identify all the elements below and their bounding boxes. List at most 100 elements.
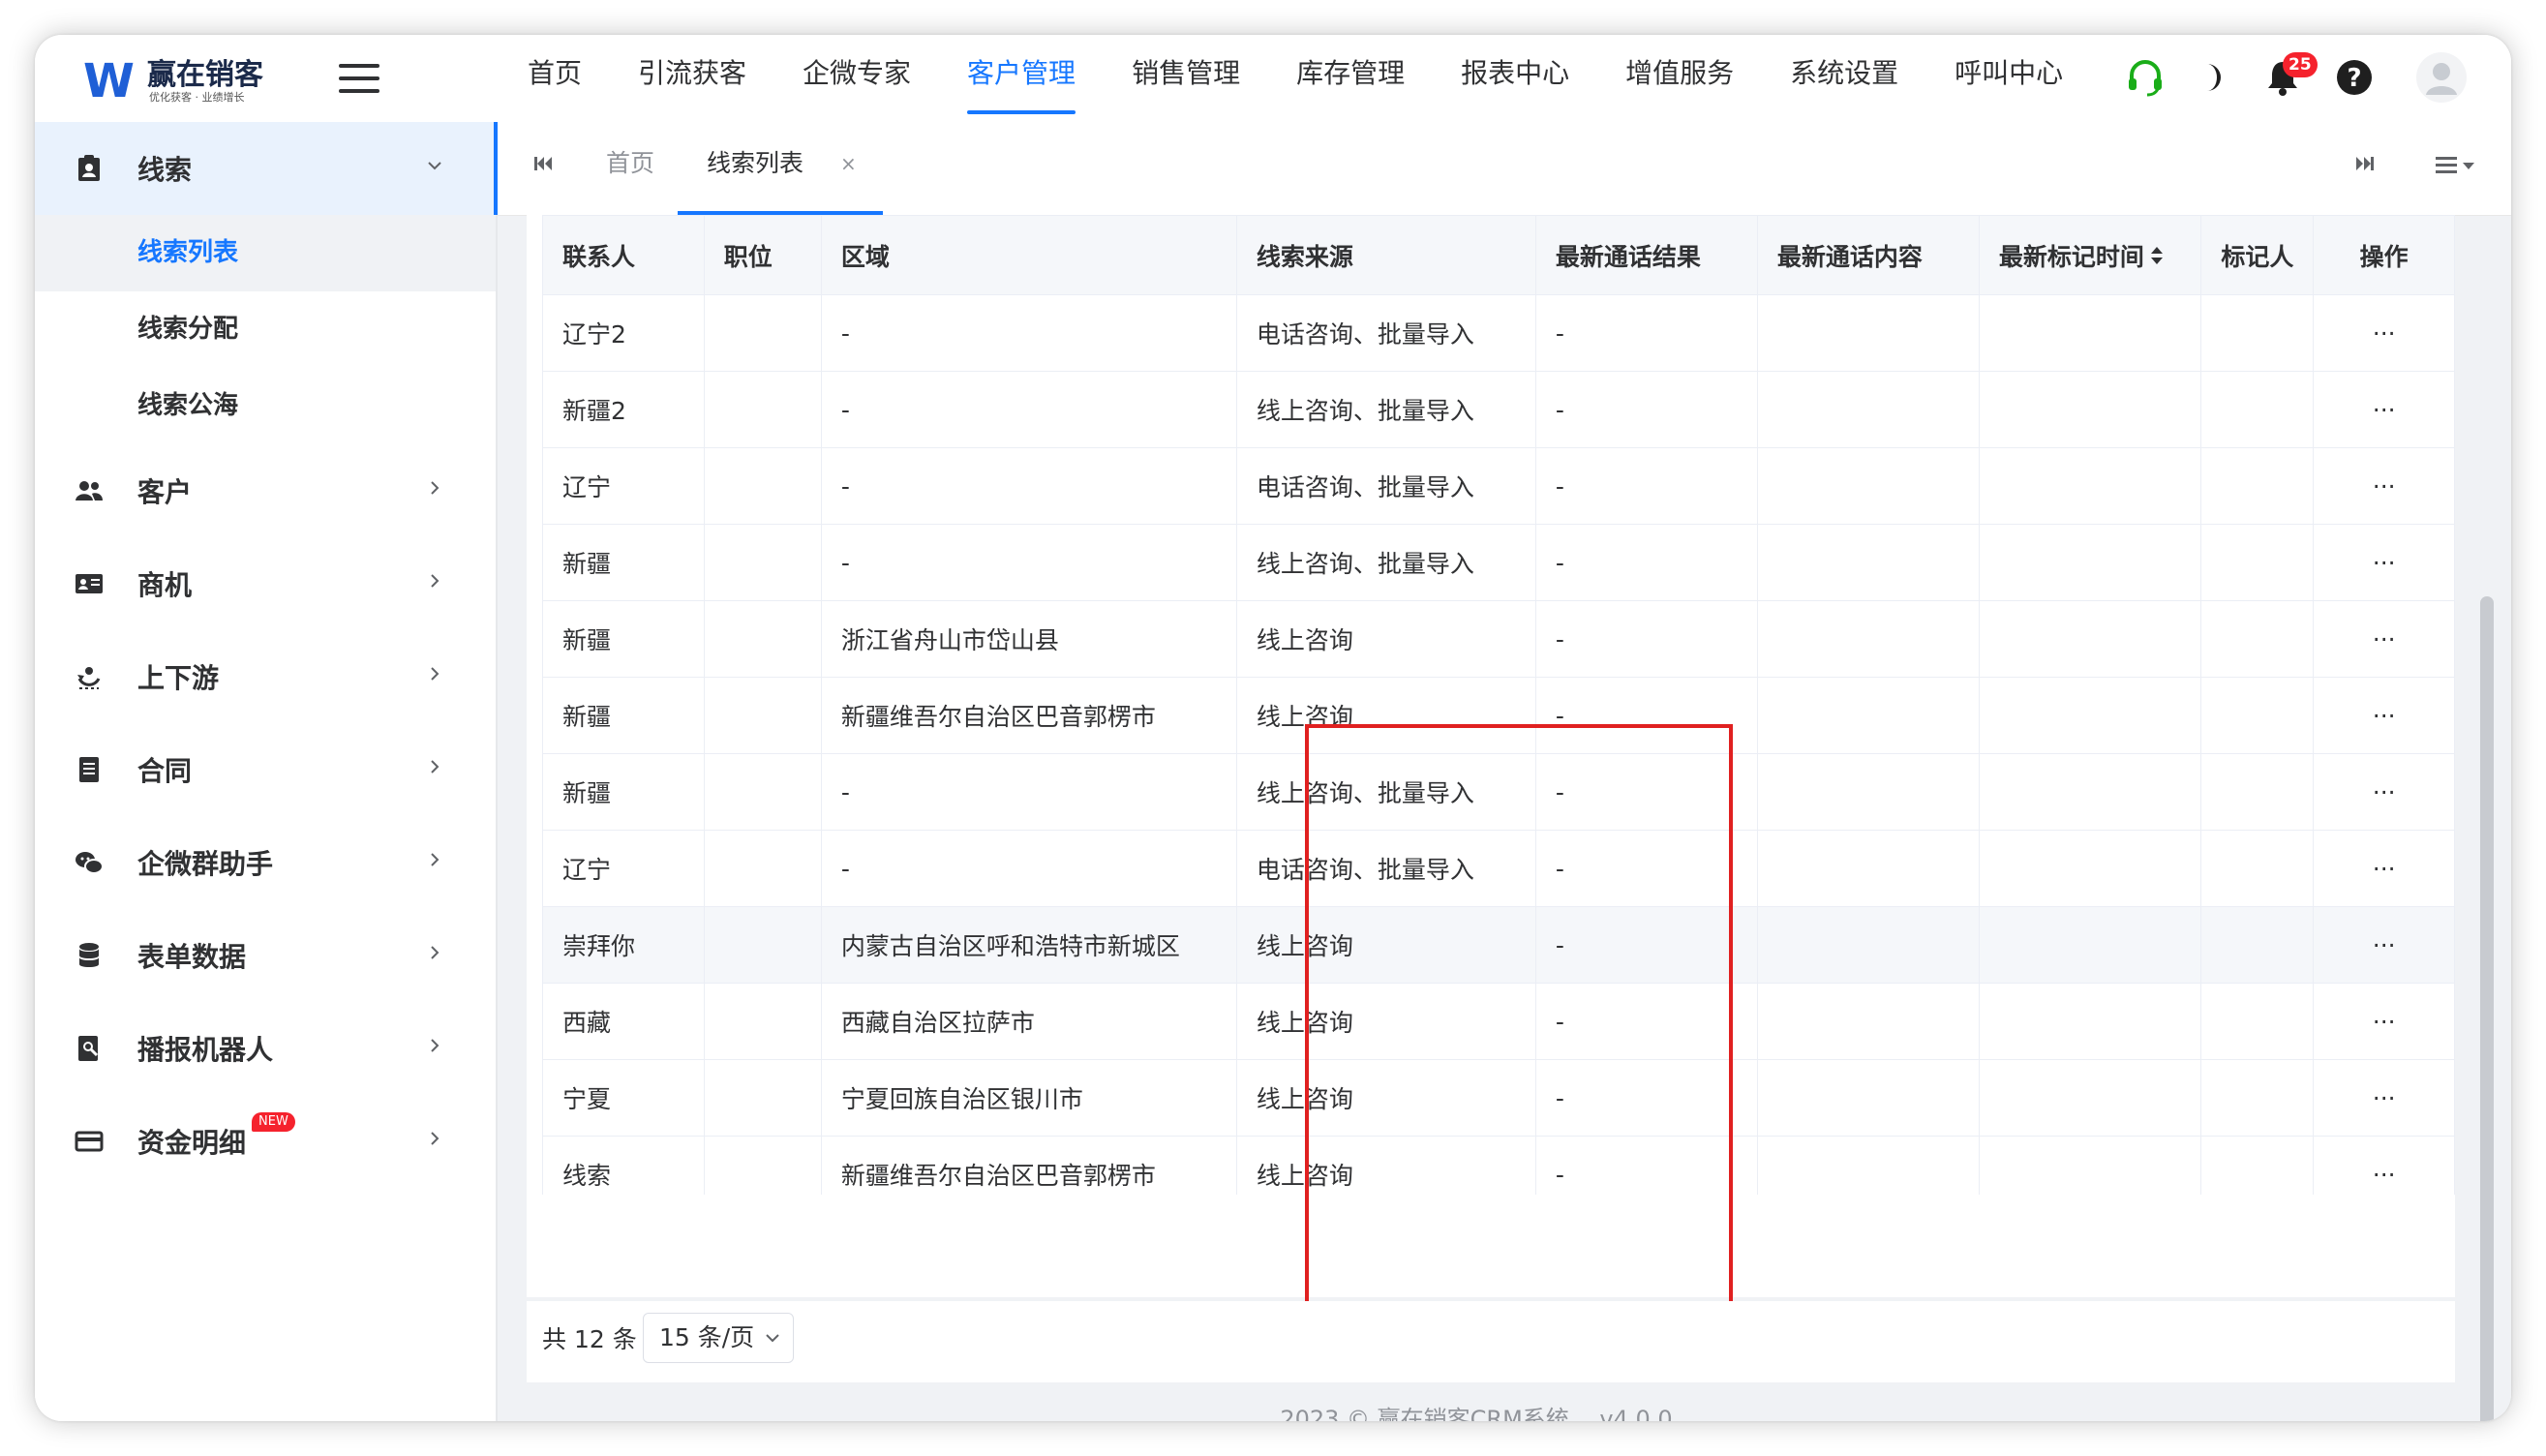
sidebar-group-6[interactable]: 表单数据 — [35, 909, 496, 1002]
row-actions-button[interactable]: ··· — [2313, 906, 2455, 984]
column-header-label: 最新标记时间 — [1998, 242, 2144, 271]
row-actions-button[interactable]: ··· — [2313, 830, 2455, 907]
menu-toggle-icon[interactable] — [339, 64, 379, 93]
row-actions-button[interactable]: ··· — [2313, 983, 2455, 1060]
table-scroll-area[interactable]: 联系人 职位 区域 线索来源 最新通话结果 最新通话内容 最新标记时间 标记人 操作 辽宁2- 电… — [542, 215, 2455, 1195]
cell-contact: 辽宁 — [542, 447, 705, 525]
chevron-right-icon — [424, 849, 445, 870]
cell-contact: 新疆 — [542, 677, 705, 754]
nav-item-6[interactable]: 报表中心 — [1433, 35, 1597, 122]
table-row[interactable]: 崇拜你 内蒙古自治区呼和浩特市新城区 线上咨询 - ··· — [542, 906, 2455, 984]
cell-position — [703, 600, 822, 678]
sidebar-group-5[interactable]: 企微群助手 — [35, 816, 496, 909]
table-row[interactable]: 新疆 - 线上咨询、批量导入 - ··· — [542, 524, 2455, 601]
nav-item-1[interactable]: 引流获客 — [610, 35, 774, 122]
nav-item-0[interactable]: 首页 — [500, 35, 610, 122]
sort-icon[interactable] — [2150, 244, 2164, 272]
tab-home[interactable]: 首页 — [606, 122, 654, 215]
cell-call-result: - — [1534, 371, 1758, 448]
cell-marker — [2200, 524, 2315, 601]
sidebar-group-2[interactable]: 商机 — [35, 537, 496, 630]
table-row[interactable]: 线索 新疆维吾尔自治区巴音郭楞市 线上咨询 - ··· — [542, 1136, 2455, 1195]
sidebar-group-label: 播报机器人 — [137, 1034, 274, 1066]
nav-item-8[interactable]: 系统设置 — [1762, 35, 1926, 122]
sidebar-group-7[interactable]: 播报机器人 — [35, 1002, 496, 1095]
cell-call-content — [1756, 371, 1980, 448]
row-actions-button[interactable]: ··· — [2313, 371, 2455, 448]
row-actions-button[interactable]: ··· — [2313, 753, 2455, 831]
tab-menu-icon[interactable] — [2436, 155, 2478, 176]
sidebar-item-0-1[interactable]: 线索分配 — [35, 291, 496, 368]
tabs-bar: 首页 线索列表 × — [498, 122, 2511, 216]
nav-item-3[interactable]: 客户管理 — [939, 35, 1104, 122]
cell-contact: 线索 — [542, 1136, 705, 1195]
cell-call-result: - — [1534, 906, 1758, 984]
nav-item-9[interactable]: 呼叫中心 — [1926, 35, 2091, 122]
sidebar-group-label: 上下游 — [137, 662, 220, 694]
column-header-2: 区域 — [820, 215, 1237, 295]
last-tab-icon[interactable] — [2354, 153, 2376, 174]
tab-close-icon[interactable]: × — [840, 122, 857, 205]
table-row[interactable]: 新疆2 - 线上咨询、批量导入 - ··· — [542, 371, 2455, 448]
table-row[interactable]: 新疆 - 线上咨询、批量导入 - ··· — [542, 753, 2455, 831]
cell-marker — [2200, 1059, 2315, 1137]
sidebar-item-0-2[interactable]: 线索公海 — [35, 368, 496, 444]
cell-region: - — [820, 294, 1237, 372]
cell-position — [703, 753, 822, 831]
cell-mark-time — [1978, 906, 2202, 984]
cell-mark-time — [1978, 600, 2202, 678]
row-actions-button[interactable]: ··· — [2313, 1136, 2455, 1195]
help-icon[interactable]: ? — [2333, 56, 2376, 99]
column-header-6[interactable]: 最新标记时间 — [1978, 215, 2202, 295]
headset-icon[interactable] — [2124, 56, 2167, 99]
table-row[interactable]: 辽宁2 - 电话咨询、批量导入 - ··· — [542, 294, 2455, 372]
top-nav: 首页 引流获客 企微专家 客户管理 销售管理 库存管理 报表中心 增值服务 系统设置 呼叫中心 — [500, 35, 2091, 122]
table-row[interactable]: 辽宁 - 电话咨询、批量导入 - ··· — [542, 830, 2455, 907]
page-scrollbar[interactable] — [2480, 596, 2494, 1421]
nav-item-4[interactable]: 销售管理 — [1104, 35, 1268, 122]
row-actions-button[interactable]: ··· — [2313, 677, 2455, 754]
row-actions-button[interactable]: ··· — [2313, 447, 2455, 525]
table-row[interactable]: 宁夏 宁夏回族自治区银川市 线上咨询 - ··· — [542, 1059, 2455, 1137]
cell-source: 线上咨询 — [1235, 906, 1536, 984]
table-row[interactable]: 新疆 新疆维吾尔自治区巴音郭楞市 线上咨询 - ··· — [542, 677, 2455, 754]
cell-call-result: - — [1534, 524, 1758, 601]
cell-position — [703, 371, 822, 448]
row-actions-button[interactable]: ··· — [2313, 524, 2455, 601]
sidebar-group-0[interactable]: 线索 — [35, 122, 498, 215]
first-tab-icon[interactable] — [532, 153, 554, 174]
sidebar-group-1[interactable]: 客户 — [35, 444, 496, 537]
top-bar: W 赢在销客 优化获客 · 业绩增长 首页 引流获客 企微专家 客户管理 销售管理 库存管… — [35, 35, 2511, 122]
table-row[interactable]: 辽宁 - 电话咨询、批量导入 - ··· — [542, 447, 2455, 525]
sidebar-group-4[interactable]: 合同 — [35, 723, 496, 816]
cell-marker — [2200, 447, 2315, 525]
nav-item-7[interactable]: 增值服务 — [1597, 35, 1762, 122]
table-panel: 联系人 职位 区域 线索来源 最新通话结果 最新通话内容 最新标记时间 标记人 操作 辽宁2- 电… — [527, 215, 2455, 1297]
column-header-label: 最新通话内容 — [1776, 242, 1923, 271]
cell-marker — [2200, 600, 2315, 678]
row-actions-button[interactable]: ··· — [2313, 1059, 2455, 1137]
table-row[interactable]: 西藏 西藏自治区拉萨市 线上咨询 - ··· — [542, 983, 2455, 1060]
bell-icon[interactable]: 25 — [2261, 52, 2318, 99]
nav-item-2[interactable]: 企微专家 — [774, 35, 939, 122]
row-actions-button[interactable]: ··· — [2313, 600, 2455, 678]
cell-mark-time — [1978, 524, 2202, 601]
nav-item-5[interactable]: 库存管理 — [1268, 35, 1433, 122]
column-header-label: 联系人 — [562, 242, 636, 271]
sidebar-group-8[interactable]: 资金明细 NEW — [35, 1095, 496, 1188]
cell-region: - — [820, 371, 1237, 448]
page-size-select[interactable]: 15 条/页 — [643, 1313, 794, 1363]
sidebar-group-3[interactable]: 上下游 — [35, 630, 496, 723]
cell-call-content — [1756, 600, 1980, 678]
moon-icon[interactable] — [2190, 56, 2232, 99]
cell-marker — [2200, 677, 2315, 754]
row-actions-button[interactable]: ··· — [2313, 294, 2455, 372]
chevron-right-icon — [424, 477, 445, 499]
tab-lead-list[interactable]: 线索列表 × — [678, 122, 883, 215]
avatar-icon[interactable] — [2416, 52, 2467, 103]
sidebar-item-0-0[interactable]: 线索列表 — [35, 215, 496, 291]
cell-call-result: - — [1534, 1059, 1758, 1137]
brand-logo[interactable]: W 赢在销客 优化获客 · 业绩增长 — [83, 48, 277, 116]
table-row[interactable]: 新疆 浙江省舟山市岱山县 线上咨询 - ··· — [542, 600, 2455, 678]
cell-call-result: - — [1534, 600, 1758, 678]
